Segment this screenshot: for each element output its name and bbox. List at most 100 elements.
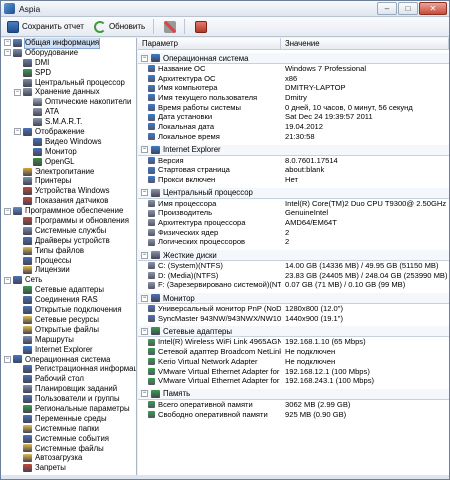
tree-item[interactable]: Принтеры — [1, 176, 136, 186]
grid-row[interactable]: Архитектура процессора AMD64/EM64T — [138, 218, 449, 228]
tree-item[interactable]: Системные папки — [1, 424, 136, 434]
grid-row[interactable]: Всего оперативной памяти 3062 MB (2.99 GB… — [138, 400, 449, 410]
category-tree[interactable]: − Общая информация − Оборудование DMI SPD Цент… — [1, 38, 137, 479]
grid-row[interactable]: Стартовая страница about:blank — [138, 165, 449, 175]
tree-item[interactable]: − Операционная система — [1, 355, 136, 365]
tree-item[interactable]: Планировщик заданий — [1, 384, 136, 394]
save-report-button[interactable]: Сохранить отчет — [3, 18, 88, 35]
tree-item[interactable]: SPD — [1, 68, 136, 78]
tree-item[interactable]: Лицензии — [1, 265, 136, 275]
grid-row[interactable]: Версия 8.0.7601.17514 — [138, 156, 449, 166]
grid-row[interactable]: Производитель GenuineIntel — [138, 208, 449, 218]
tree-item[interactable]: OpenGL — [1, 157, 136, 167]
section-header[interactable]: − Монитор — [138, 293, 449, 305]
collapse-icon[interactable]: − — [141, 54, 148, 62]
tree-item[interactable]: Оптические накопители — [1, 97, 136, 107]
tree-item[interactable]: Запреты — [1, 463, 136, 473]
tree-item[interactable]: S.M.A.R.T. — [1, 117, 136, 127]
tree-item[interactable]: Рабочий стол — [1, 374, 136, 384]
tree-item[interactable]: − Общая информация — [1, 38, 136, 49]
settings-button[interactable] — [160, 18, 180, 35]
tree-expander-icon[interactable]: − — [4, 39, 11, 47]
tree-item[interactable]: Маршруты — [1, 335, 136, 345]
tree-item[interactable]: − Отображение — [1, 127, 136, 137]
grid-row[interactable]: Универсальный монитор PnP (NoDB) 1280x800… — [138, 304, 449, 314]
tree-item[interactable]: DMI — [1, 58, 136, 68]
collapse-icon[interactable]: − — [141, 390, 148, 398]
tree-item[interactable]: Сетевые ресурсы — [1, 315, 136, 325]
grid-row[interactable]: Свободно оперативной памяти 925 MB (0.90 … — [138, 410, 449, 420]
tree-item[interactable]: Соединения RAS — [1, 295, 136, 305]
tree-item[interactable]: Системные службы — [1, 226, 136, 236]
grid-row[interactable]: Kerio Virtual Network Adapter Не подключе… — [138, 357, 449, 367]
grid-row[interactable]: Сетевой адаптер Broadcom NetLink (T... Не… — [138, 347, 449, 357]
minimize-button[interactable]: – — [377, 2, 397, 15]
tree-expander-icon[interactable]: − — [4, 355, 11, 363]
tree-item[interactable]: Системные события — [1, 434, 136, 444]
tree-item[interactable]: Региональные параметры — [1, 404, 136, 414]
grid-row[interactable]: C: (System)(NTFS) 14.00 GB (14336 MB) / 4… — [138, 261, 449, 271]
section-header[interactable]: − Операционная система — [138, 53, 449, 64]
grid-row[interactable]: F: (Зарезервировано системой)(NTFS) 0.07 … — [138, 280, 449, 290]
collapse-icon[interactable]: − — [141, 251, 148, 259]
grid-row[interactable]: Логических процессоров 2 — [138, 237, 449, 247]
grid-row[interactable]: Локальное время 21:30:58 — [138, 132, 449, 142]
grid-row[interactable]: Название ОС Windows 7 Professional — [138, 64, 449, 74]
tree-expander-icon[interactable]: − — [4, 49, 11, 57]
tree-expander-icon[interactable]: − — [14, 88, 21, 96]
tree-item[interactable]: Пользователи и группы — [1, 394, 136, 404]
section-header[interactable]: − Сетевые адаптеры — [138, 326, 449, 338]
tree-item[interactable]: ATA — [1, 107, 136, 117]
column-header-parameter[interactable]: Параметр — [138, 38, 281, 49]
grid-row[interactable]: SyncMaster 943NW/943NWX/NW1043/... 1440x9… — [138, 314, 449, 324]
tree-expander-icon[interactable]: − — [4, 276, 11, 284]
grid-row[interactable]: D: (Media)(NTFS) 23.83 GB (24405 MB) / 24… — [138, 271, 449, 281]
section-header[interactable]: − Память — [138, 388, 449, 400]
tree-item[interactable]: Драйверы устройств — [1, 236, 136, 246]
collapse-icon[interactable]: − — [141, 189, 148, 197]
maximize-button[interactable]: □ — [398, 2, 418, 15]
tree-item[interactable]: Программы и обновления — [1, 216, 136, 226]
tree-item[interactable]: Видео Windows — [1, 137, 136, 147]
grid-row[interactable]: Архитектура ОС x86 — [138, 74, 449, 84]
tree-item[interactable]: Процессы — [1, 256, 136, 266]
grid-row[interactable]: Intel(R) Wireless WiFi Link 4965AGN 192.1… — [138, 337, 449, 347]
tree-item[interactable]: Автозагрузка — [1, 453, 136, 463]
tree-item[interactable]: Устройства Windows — [1, 186, 136, 196]
tree-item[interactable]: Центральный процессор — [1, 78, 136, 88]
collapse-icon[interactable]: − — [141, 327, 148, 335]
section-header[interactable]: − Центральный процессор — [138, 187, 449, 199]
collapse-icon[interactable]: − — [141, 146, 148, 153]
grid-row[interactable]: Имя компьютера DMITRY-LAPTOP — [138, 83, 449, 93]
tree-item[interactable]: Переменные среды — [1, 414, 136, 424]
close-button[interactable]: ✕ — [419, 2, 447, 15]
tree-item[interactable]: − Сеть — [1, 275, 136, 285]
tree-expander-icon[interactable]: − — [14, 128, 21, 136]
tree-item[interactable]: Электропитание — [1, 167, 136, 177]
refresh-button[interactable]: Обновить — [90, 18, 149, 35]
tree-expander-icon[interactable]: − — [4, 207, 11, 215]
grid-row[interactable]: Физических ядер 2 — [138, 228, 449, 238]
exit-button[interactable] — [191, 18, 211, 35]
grid-row[interactable]: VMware Virtual Ethernet Adapter for V...… — [138, 367, 449, 377]
column-header-value[interactable]: Значение — [281, 38, 449, 49]
tree-item[interactable]: Показания датчиков — [1, 196, 136, 206]
tree-item[interactable]: Открытые файлы — [1, 325, 136, 335]
tree-item[interactable]: Регистрационная информация — [1, 364, 136, 374]
tree-item[interactable]: Типы файлов — [1, 246, 136, 256]
tree-item[interactable]: Сетевые адаптеры — [1, 285, 136, 295]
tree-item[interactable]: Открытые подключения — [1, 305, 136, 315]
section-header[interactable]: − Internet Explorer — [138, 144, 449, 156]
tree-item[interactable]: Системные файлы — [1, 444, 136, 454]
grid-row[interactable]: Прокси включен Нет — [138, 175, 449, 185]
tree-item[interactable]: Монитор — [1, 147, 136, 157]
grid-row[interactable]: Имя текущего пользователя Dmitry — [138, 93, 449, 103]
grid-row[interactable]: Дата установки Sat Dec 24 19:39:57 2011 — [138, 112, 449, 122]
tree-item[interactable]: − Хранение данных — [1, 87, 136, 97]
grid-row[interactable]: Время работы системы 0 дней, 10 часов, 0 … — [138, 103, 449, 113]
tree-item[interactable]: − Программное обеспечение — [1, 206, 136, 216]
grid-row[interactable]: VMware Virtual Ethernet Adapter for V...… — [138, 376, 449, 386]
grid-row[interactable]: Локальная дата 19.04.2012 — [138, 122, 449, 132]
collapse-icon[interactable]: − — [141, 294, 148, 302]
section-header[interactable]: − Жесткие диски — [138, 250, 449, 261]
